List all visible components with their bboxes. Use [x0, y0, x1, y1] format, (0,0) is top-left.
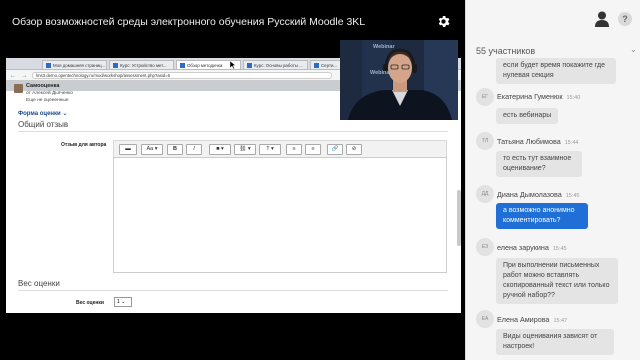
chat-message-bubble: если будет время покажите где нулевая се…	[496, 58, 616, 84]
toolbar-link-button[interactable]: 🔗	[327, 144, 343, 155]
feedback-label: Отзыв для автора	[61, 142, 107, 148]
toolbar-text-button[interactable]: T ▾	[259, 144, 281, 155]
chat-author: Елена Амирова 15:47	[497, 315, 568, 324]
avatar: ДД	[476, 185, 494, 203]
chevron-down-icon[interactable]: ⌄	[630, 45, 637, 54]
gear-icon[interactable]	[436, 14, 451, 29]
chat-message-bubble: есть вебинары	[496, 108, 559, 124]
tab-favicon-icon	[247, 63, 252, 69]
chat-author: елена зарукина 15:45	[497, 243, 567, 252]
toolbar-color-button[interactable]: ■ ▾	[209, 144, 231, 155]
assessment-form-heading[interactable]: Форма оценки ⌄	[18, 110, 67, 117]
chat-author: Диана Дымолазова 15:45	[497, 190, 580, 199]
feedback-editor[interactable]	[113, 157, 447, 273]
chat-author: Екатерина Гуменюк 15:40	[497, 92, 581, 101]
chat-message-bubble-self: а возможно анонимно комментировать?	[496, 203, 588, 229]
chat-timestamp: 15:44	[564, 140, 579, 146]
top-bar: Обзор возможностей среды электронного об…	[0, 0, 465, 42]
avatar: ТЛ	[476, 132, 494, 150]
chat-timestamp: 15:45	[552, 246, 567, 252]
chat-timestamp: 15:45	[565, 193, 580, 199]
toolbar-italic-button[interactable]: I	[186, 144, 202, 155]
webinar-title: Обзор возможностей среды электронного об…	[12, 16, 366, 28]
divider	[18, 290, 448, 291]
editor-toolbar: ▬ Aa ▾ B I ■ ▾ ⛓ ▾ T ▾ ≡ ≡ 🔗 ⊘	[113, 140, 447, 157]
help-icon[interactable]: ?	[618, 12, 632, 26]
browser-tab[interactable]: Курс: Основы работы ...	[243, 60, 308, 69]
presenter-webcam: Webinar Webinar	[340, 40, 458, 120]
user-icon[interactable]	[595, 11, 609, 27]
tab-favicon-icon	[113, 63, 118, 69]
assessment-author: от Алексей Дьяченко	[26, 91, 73, 96]
chat-message-bubble: При выполнении письменных работ можно вс…	[496, 258, 618, 304]
toolbar-unlink-button[interactable]: ⊘	[346, 144, 362, 155]
avatar: ЕГ	[476, 88, 494, 106]
chat-message-bubble: то есть тут взаимное оценивание?	[496, 151, 582, 177]
webcam-watermark: Webinar	[370, 70, 392, 76]
webcam-watermark: Webinar	[373, 44, 395, 50]
avatar: ЕА	[476, 310, 494, 328]
divider	[18, 131, 448, 132]
participants-count[interactable]: 55 участников	[476, 46, 535, 56]
section-title-general: Общий отзыв	[18, 120, 69, 129]
weight-label: Вес оценки	[76, 300, 105, 306]
chat-message-bubble: Виды оценивания зависят от настроек!	[496, 329, 614, 355]
tab-favicon-icon	[46, 63, 51, 69]
toolbar-collapse-button[interactable]: ▬	[119, 144, 137, 155]
toolbar-align-button[interactable]: ⛓ ▾	[234, 144, 256, 155]
browser-tab[interactable]: Моя домашняя страниц...	[42, 60, 107, 69]
avatar	[14, 84, 23, 93]
weight-select[interactable]: 1 ⌄	[114, 297, 132, 307]
url-field[interactable]: lms3.demo.opentechnology.ru/mod/workshop…	[32, 72, 332, 79]
chat-header: ?	[466, 0, 640, 42]
avatar: ЕЗ	[476, 238, 494, 256]
presenter-video-icon	[340, 40, 458, 120]
chat-author: Татьяна Любимова 15:44	[497, 137, 579, 146]
toolbar-bold-button[interactable]: B	[167, 144, 183, 155]
mouse-cursor-icon	[230, 61, 236, 69]
toolbar-bullet-list-button[interactable]: ≡	[286, 144, 302, 155]
browser-tab[interactable]: Курс: Устройство мет...	[109, 60, 174, 69]
assessment-title: Самооценка	[26, 83, 60, 89]
assessment-status: Еще не оцененные	[26, 98, 69, 103]
tab-favicon-icon	[180, 63, 185, 69]
section-title-weight: Вес оценки	[18, 279, 60, 288]
toolbar-numbered-list-button[interactable]: ≡	[305, 144, 321, 155]
screen-scrollbar[interactable]	[457, 190, 461, 246]
tab-favicon-icon	[314, 63, 319, 69]
toolbar-style-button[interactable]: Aa ▾	[141, 144, 163, 155]
chat-timestamp: 15:47	[553, 318, 568, 324]
chat-timestamp: 15:40	[566, 95, 581, 101]
chat-panel: ? 55 участников ⌄ если будет время покаж…	[465, 0, 640, 360]
